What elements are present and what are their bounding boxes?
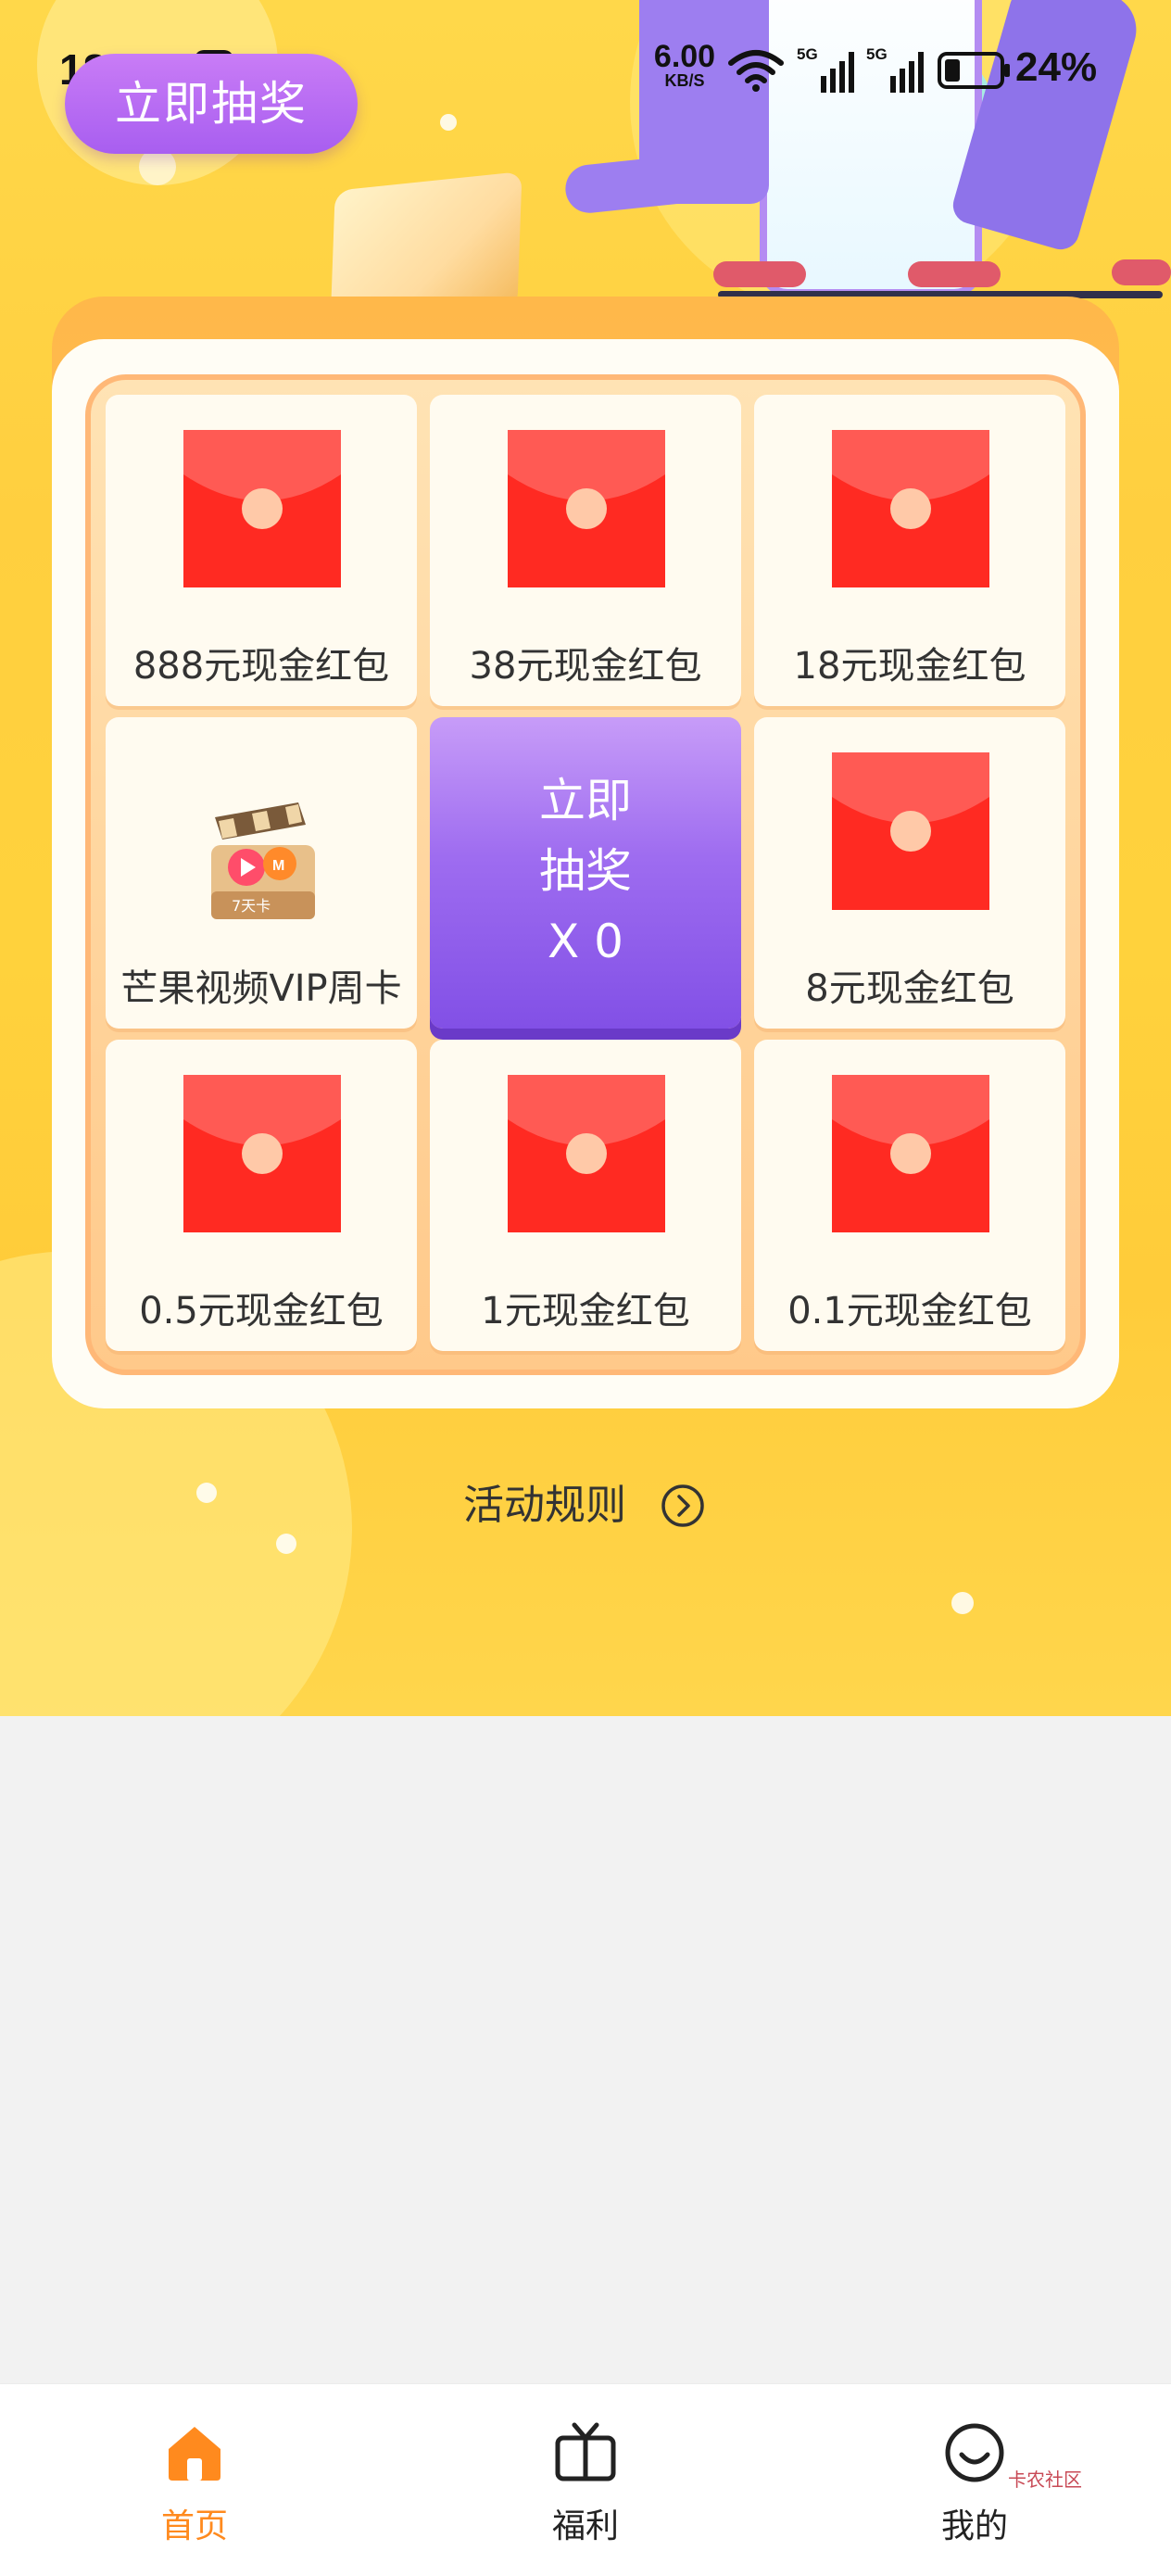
- draw-center-line1: 立即: [539, 774, 632, 827]
- signal-a-label: 5G: [797, 45, 818, 63]
- red-envelope-icon: [183, 1075, 341, 1232]
- lottery-grid: 888元现金红包 38元现金红包 18元现金红包 M 7天卡 芒果视频VIP周卡…: [85, 374, 1086, 1375]
- decoration-shoe: [908, 261, 1001, 287]
- prize-label: 18元现金红包: [793, 645, 1026, 688]
- home-icon: [169, 2427, 220, 2481]
- tab-welfare[interactable]: 福利: [493, 2421, 678, 2560]
- bg-dot: [196, 1483, 217, 1503]
- decoration-shoe: [1112, 259, 1171, 285]
- battery-icon: [938, 52, 1010, 89]
- tab-home-label: 首页: [160, 2507, 228, 2545]
- decoration-shoe: [713, 261, 806, 287]
- prize-cell: 18元现金红包: [754, 395, 1065, 706]
- watermark: 卡农社区: [1008, 2469, 1082, 2491]
- red-envelope-icon: [508, 1075, 665, 1232]
- prize-label: 888元现金红包: [132, 645, 390, 688]
- red-envelope-icon: [832, 430, 989, 587]
- network-speed-value: 6.00: [653, 39, 716, 74]
- prize-cell: 0.5元现金红包: [106, 1040, 417, 1351]
- draw-chances-count: X 0: [548, 915, 623, 968]
- activity-rules-link[interactable]: 活动规则: [463, 1473, 713, 1538]
- network-speed-unit: KB/S: [664, 71, 705, 90]
- tab-mine-label: 我的: [940, 2507, 1008, 2545]
- bg-dot: [440, 114, 457, 131]
- red-envelope-icon: [832, 1075, 989, 1232]
- red-envelope-icon: [183, 430, 341, 587]
- wifi-icon: [728, 50, 784, 92]
- prize-cell: M 7天卡 芒果视频VIP周卡: [106, 717, 417, 1029]
- tab-home[interactable]: 首页: [102, 2421, 287, 2560]
- svg-text:M: M: [272, 858, 284, 874]
- red-envelope-icon: [832, 752, 989, 910]
- prize-cell: 38元现金红包: [430, 395, 741, 706]
- bg-dot: [139, 148, 176, 185]
- prize-label: 0.5元现金红包: [139, 1290, 384, 1332]
- battery-percentage: 24%: [1015, 44, 1098, 90]
- signal-b-label: 5G: [866, 45, 888, 63]
- smile-icon: [945, 2423, 1004, 2482]
- tv-icon: [555, 2422, 616, 2481]
- vip-card-badge-text: 7天卡: [232, 897, 271, 915]
- cellular-signal-icon: 5G: [797, 45, 854, 93]
- draw-now-button[interactable]: 立即抽奖: [65, 54, 358, 154]
- prize-label: 1元现金红包: [481, 1290, 690, 1332]
- prize-cell: 1元现金红包: [430, 1040, 741, 1351]
- chevron-right-circle-icon: [661, 1484, 704, 1527]
- red-envelope-icon: [508, 430, 665, 587]
- activity-rules-label: 活动规则: [463, 1482, 626, 1529]
- prize-label: 芒果视频VIP周卡: [120, 967, 402, 1010]
- prize-label: 8元现金红包: [805, 967, 1014, 1010]
- draw-center-button[interactable]: 立即 抽奖 X 0: [430, 717, 741, 1029]
- bg-dot: [276, 1534, 296, 1554]
- prize-cell: 888元现金红包: [106, 395, 417, 706]
- prize-label: 38元现金红包: [469, 645, 702, 688]
- vip-card-icon: M 7天卡: [211, 802, 315, 919]
- network-speed: 6.00 KB/S: [648, 41, 721, 89]
- bottom-tab-bar: 首页 福利 我的: [0, 2383, 1171, 2576]
- tab-welfare-label: 福利: [551, 2507, 619, 2545]
- prize-cell: 0.1元现金红包: [754, 1040, 1065, 1351]
- bg-dot: [951, 1592, 974, 1614]
- prize-cell: 8元现金红包: [754, 717, 1065, 1029]
- draw-center-line2: 抽奖: [539, 844, 632, 898]
- cellular-signal-icon: 5G: [866, 45, 924, 93]
- prize-label: 0.1元现金红包: [787, 1290, 1032, 1332]
- hero-background: 18:57 ♪ 6.00 KB/S 5G 5G: [0, 0, 1171, 1716]
